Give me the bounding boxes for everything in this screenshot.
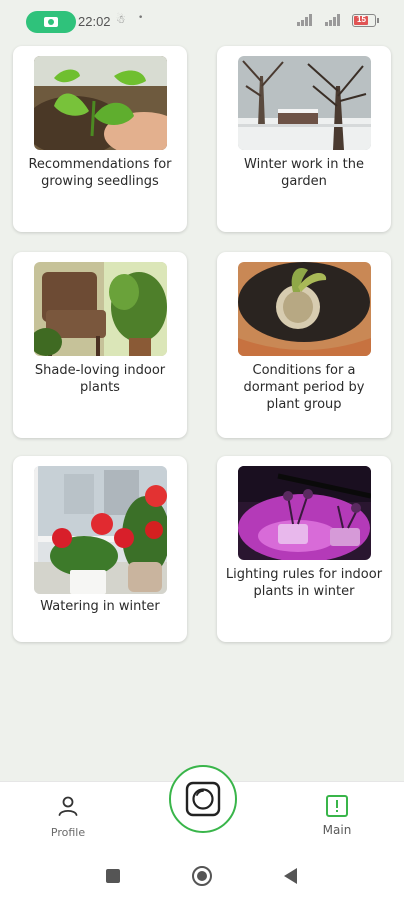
profile-icon (58, 796, 78, 816)
notification-icon: ☃ (116, 13, 126, 26)
home-button[interactable] (192, 866, 212, 886)
battery-icon: 15 (352, 14, 379, 27)
grow-light-photo (238, 466, 371, 560)
article-title: Watering in winter (40, 599, 160, 614)
camera-lens-icon (185, 781, 221, 817)
nav-profile-label: Profile (50, 826, 86, 839)
bulb-in-pot-photo (238, 262, 371, 356)
camera-icon (44, 17, 58, 27)
signal-icon-2 (325, 14, 343, 26)
recent-apps-button[interactable] (106, 869, 120, 883)
nav-main[interactable]: Main (297, 782, 377, 852)
back-button[interactable] (284, 868, 297, 884)
signal-icon (297, 14, 315, 26)
status-bar: 22:02 ☃ • 15 (0, 0, 404, 36)
article-title: Conditions for a dormant period by plant… (243, 363, 365, 412)
article-card-seedlings[interactable]: Recommendations for growing seedlings (13, 46, 187, 232)
article-card-lighting[interactable]: Lighting rules for indoor plants in wint… (217, 456, 391, 642)
article-title: Lighting rules for indoor plants in wint… (225, 567, 383, 599)
article-card-winter-garden[interactable]: Winter work in the garden (217, 46, 391, 232)
nav-main-label: Main (322, 823, 352, 837)
article-card-dormant-period[interactable]: Conditions for a dormant period by plant… (217, 252, 391, 438)
system-navigation-bar (0, 851, 404, 900)
seedling-photo (34, 56, 167, 150)
snowy-garden-photo (238, 56, 371, 150)
article-title: Recommendations for growing seedlings (28, 157, 172, 189)
nav-profile[interactable]: Profile (28, 782, 108, 852)
article-card-shade-plants[interactable]: Shade-loving indoor plants (13, 252, 187, 438)
status-time: 22:02 (78, 14, 111, 29)
article-card-watering[interactable]: Watering in winter (13, 456, 187, 642)
notification-dot-icon: • (138, 13, 144, 23)
article-title: Shade-loving indoor plants (34, 363, 166, 395)
screen-recording-indicator (26, 11, 76, 33)
scan-plant-button[interactable] (169, 765, 237, 833)
geraniums-window-photo (34, 466, 167, 594)
alert-square-icon (326, 795, 348, 817)
article-title: Winter work in the garden (244, 157, 364, 189)
battery-level: 15 (357, 15, 366, 24)
indoor-plants-photo (34, 262, 167, 356)
